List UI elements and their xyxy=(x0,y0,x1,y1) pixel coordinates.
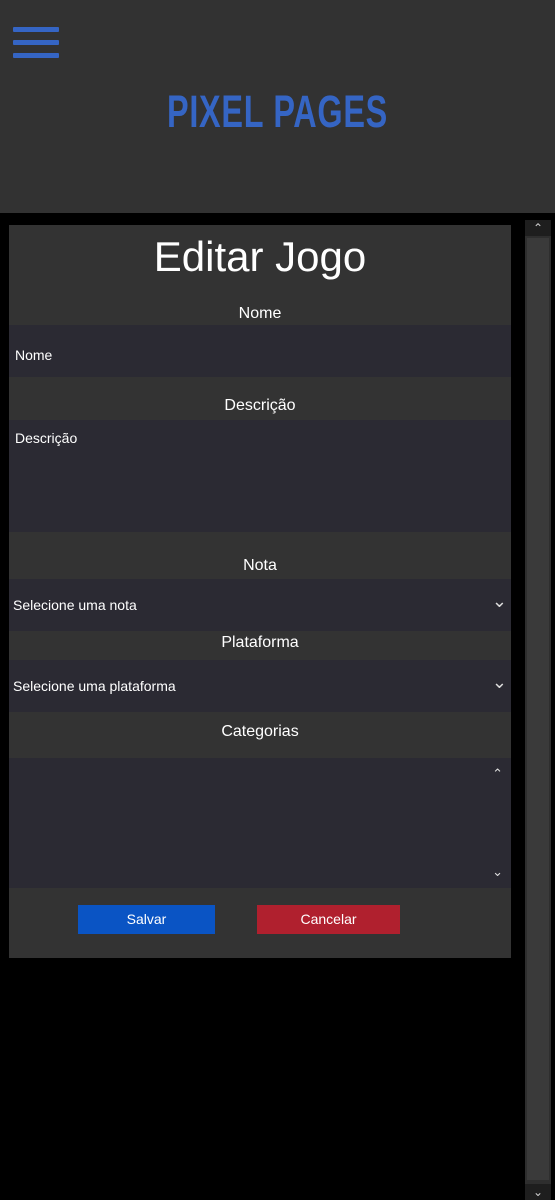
nome-placeholder: Nome xyxy=(15,347,53,363)
scroll-down-icon[interactable]: ⌄ xyxy=(525,1184,551,1200)
nota-selected-value: Selecione uma nota xyxy=(13,597,137,613)
plataforma-selected-value: Selecione uma plataforma xyxy=(13,678,176,694)
save-button[interactable]: Salvar xyxy=(78,905,215,934)
scrollbar-track[interactable] xyxy=(527,238,549,1180)
scroll-up-icon[interactable]: ⌃ xyxy=(525,220,551,236)
app-header: PIXEL PAGES xyxy=(0,0,555,213)
descricao-textarea[interactable]: Descrição xyxy=(9,420,511,532)
page-title: Editar Jogo xyxy=(153,233,367,280)
plataforma-select[interactable]: Selecione uma plataforma ⌄ xyxy=(9,660,511,712)
nome-label: Nome xyxy=(238,305,282,322)
page-scrollbar[interactable]: ⌃ ⌄ xyxy=(525,220,551,1200)
edit-game-form: Editar Jogo Nome Nome Descrição Descriçã… xyxy=(9,225,511,958)
brand-logo: PIXEL PAGES xyxy=(167,86,388,137)
menu-bar xyxy=(13,27,59,32)
descricao-placeholder: Descrição xyxy=(15,430,78,446)
listbox-scroll-down-icon[interactable]: ⌄ xyxy=(492,864,503,880)
categorias-listbox[interactable]: ⌃ ⌄ xyxy=(9,758,511,888)
descricao-label: Descrição xyxy=(224,397,296,414)
nota-select[interactable]: Selecione uma nota ⌄ xyxy=(9,579,511,631)
hamburger-menu-icon[interactable] xyxy=(13,27,59,61)
chevron-down-icon: ⌄ xyxy=(491,591,507,611)
menu-bar xyxy=(13,53,59,58)
categorias-label: Categorias xyxy=(221,723,299,740)
nome-input[interactable]: Nome xyxy=(9,325,511,377)
menu-bar xyxy=(13,40,59,45)
cancel-button[interactable]: Cancelar xyxy=(257,905,400,934)
plataforma-label: Plataforma xyxy=(221,634,299,651)
listbox-scroll-up-icon[interactable]: ⌃ xyxy=(492,766,503,782)
nota-label: Nota xyxy=(243,557,277,574)
chevron-down-icon: ⌄ xyxy=(491,672,507,692)
